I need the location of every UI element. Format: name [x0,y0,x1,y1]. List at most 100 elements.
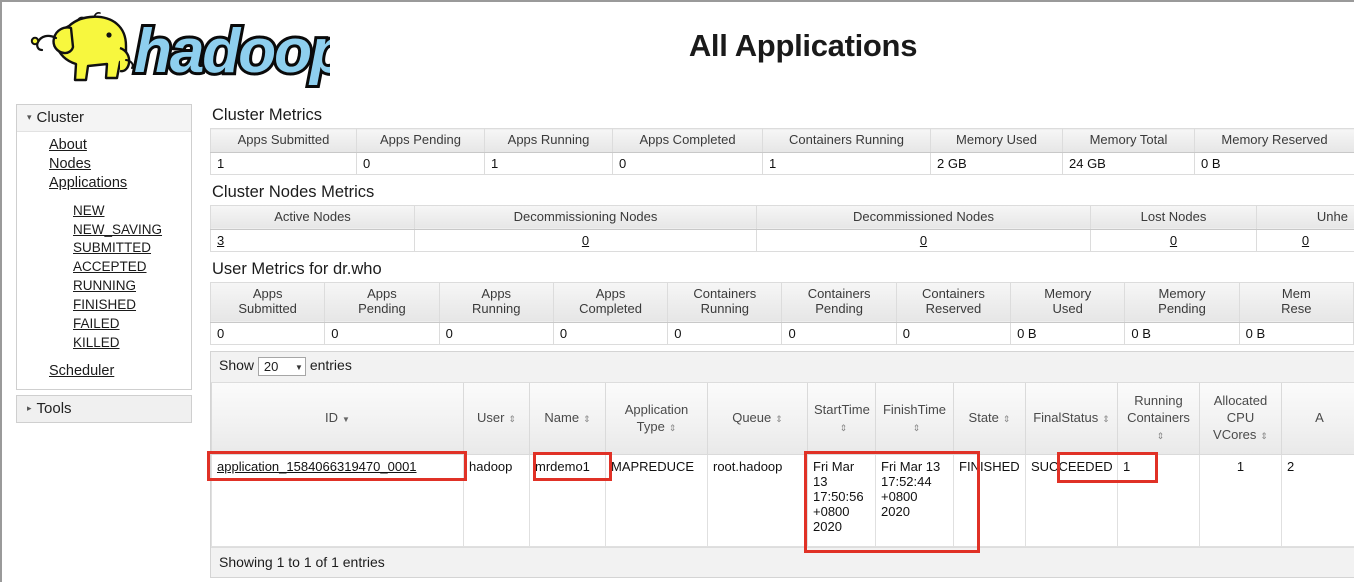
sidebar-item-finished[interactable]: FINISHED [73,297,136,313]
list-item: NEW [17,202,191,221]
sidebar-item-running[interactable]: RUNNING [73,278,136,294]
sidebar-tools-label: Tools [36,399,72,417]
cell-finishtime: Fri Mar 13 17:52:44 +0800 2020 [875,454,954,548]
list-item: Scheduler [17,362,191,381]
col-header-name[interactable]: Name ⇕ [529,382,606,456]
cell-starttime: Fri Mar 13 17:50:56 +0800 2020 [807,454,876,548]
col-header-id[interactable]: ID ▼ [211,382,464,456]
sidebar-cluster-block: ▾ Cluster About Nodes Applications NEW NE… [16,104,192,390]
sidebar-item-failed[interactable]: FAILED [73,316,120,332]
sidebar-item-submitted[interactable]: SUBMITTED [73,240,151,256]
list-item: FINISHED [17,296,191,315]
chevron-down-icon: ▼ [295,362,303,372]
sidebar-cluster-label: Cluster [36,109,85,126]
col-label-allocated-cpu-vcores: Allocated CPU VCores [1213,393,1268,443]
link-application-id[interactable]: application_1584066319470_0001 [217,459,417,474]
sort-both-icon: ⇕ [1102,414,1110,425]
sidebar-item-killed[interactable]: KILLED [73,335,120,351]
cell-finalstatus: SUCCEEDED [1025,454,1118,548]
link-decommissioned-nodes[interactable]: 0 [920,233,927,248]
table-header-row: Apps Submitted Apps Pending Apps Running… [210,128,1354,153]
col-header-allocated-cpu-vcores[interactable]: Allocated CPU VCores ⇕ [1199,382,1282,456]
table-row: application_1584066319470_0001 hadoop mr… [211,454,1354,548]
cell-application-type: MAPREDUCE [605,454,708,548]
col-user-apps-submitted: Apps Submitted [209,281,326,323]
col-user-apps-running: Apps Running [438,281,554,323]
sort-both-icon: ⇕ [775,414,783,425]
table-row: 1 0 1 0 1 2 GB 24 GB 0 B [210,152,1354,175]
val-lost-nodes-cell: 0 [1090,229,1257,252]
col-header-user[interactable]: User ⇕ [463,382,530,456]
val-active-nodes-cell: 3 [210,229,415,252]
sidebar-item-accepted[interactable]: ACCEPTED [73,259,147,275]
list-item: Applications [17,174,191,193]
list-item: SUBMITTED [17,239,191,258]
col-decommissioning-nodes: Decommissioning Nodes [414,204,757,230]
applications-table: ID ▼ User ⇕ Name ⇕ Application Type ⇕ Queue ⇕… [211,382,1354,548]
col-memory-total: Memory Total [1062,128,1195,153]
col-user-apps-completed: Apps Completed [552,281,669,323]
cell-running-containers: 1 [1117,454,1200,548]
list-item: Nodes [17,155,191,174]
col-user-memory-reserved: Mem Rese [1238,281,1354,323]
col-memory-reserved: Memory Reserved [1194,128,1354,153]
sidebar-item-applications[interactable]: Applications [49,175,127,192]
sidebar-tools-header[interactable]: ▸ Tools [17,395,191,422]
val-user-apps-running: 0 [438,322,554,345]
col-header-application-type[interactable]: Application Type ⇕ [605,382,708,456]
col-label-allocated-memory: A [1315,410,1324,426]
col-apps-running: Apps Running [484,128,613,153]
col-lost-nodes: Lost Nodes [1090,204,1257,230]
val-apps-completed: 0 [612,152,763,175]
sidebar-item-new-saving[interactable]: NEW_SAVING [73,222,162,238]
list-item: NEW_SAVING [17,221,191,240]
col-header-state[interactable]: State ⇕ [953,382,1026,456]
val-user-apps-pending: 0 [324,322,440,345]
spacer [17,353,191,362]
sidebar-cluster-header[interactable]: ▾ Cluster [17,105,191,132]
sidebar-item-about[interactable]: About [49,137,87,154]
datatable-info-footer: Showing 1 to 1 of 1 entries [211,547,1354,578]
page-header: hadoop All Applications [2,2,1354,98]
sort-both-icon: ⇕ [1002,414,1011,425]
link-unhealthy-nodes[interactable]: 0 [1302,233,1309,248]
col-header-starttime[interactable]: StartTime ⇕ [807,382,876,456]
sort-both-icon: ⇕ [583,414,591,425]
table-header-row: ID ▼ User ⇕ Name ⇕ Application Type ⇕ Queue ⇕… [211,382,1354,456]
cell-queue: root.hadoop [707,454,808,548]
sidebar-item-scheduler[interactable]: Scheduler [49,363,114,380]
col-header-running-containers[interactable]: Running Containers ⇕ [1117,382,1200,456]
col-header-finishtime[interactable]: FinishTime ⇕ [875,382,954,456]
col-unhealthy-nodes: Unhe [1256,204,1354,230]
col-user-containers-running: Containers Running [667,281,783,323]
cell-application-id: application_1584066319470_0001 [211,454,464,548]
page-size-select[interactable]: 20 ▼ [257,356,306,376]
page-body: ▾ Cluster About Nodes Applications NEW NE… [2,98,1354,582]
col-user-memory-used: Memory Used [1010,281,1126,323]
col-header-finalstatus[interactable]: FinalStatus ⇕ [1025,382,1118,456]
list-item: About [17,136,191,155]
link-lost-nodes[interactable]: 0 [1170,233,1177,248]
link-decommissioning-nodes[interactable]: 0 [582,233,589,248]
page-size-value: 20 [263,358,279,374]
val-user-memory-pending: 0 B [1124,322,1240,345]
val-user-containers-running: 0 [667,322,783,345]
col-header-queue[interactable]: Queue ⇕ [707,382,808,456]
list-item: ACCEPTED [17,258,191,277]
datatable-length-toolbar: Show 20 ▼ entries [211,351,1354,383]
cell-state: FINISHED [953,454,1026,548]
sidebar-cluster-list: About Nodes Applications NEW NEW_SAVING … [17,132,191,389]
val-apps-running: 1 [484,152,613,175]
cluster-nodes-metrics-table: Active Nodes Decommissioning Nodes Decom… [210,204,1354,252]
val-memory-reserved: 0 B [1194,152,1354,175]
col-header-allocated-memory[interactable]: A [1281,382,1354,456]
col-decommissioned-nodes: Decommissioned Nodes [756,204,1091,230]
val-user-containers-pending: 0 [781,322,897,345]
sidebar-item-new[interactable]: NEW [73,203,105,219]
yarn-resourcemanager-page: hadoop All Applications ▾ Cluster About N… [0,0,1354,582]
user-metrics-title: User Metrics for dr.who [212,259,382,278]
sidebar-item-nodes[interactable]: Nodes [49,156,91,173]
sort-both-icon: ⇕ [912,422,921,433]
link-active-nodes[interactable]: 3 [217,233,224,248]
col-label-application-type: Application Type [624,401,689,434]
